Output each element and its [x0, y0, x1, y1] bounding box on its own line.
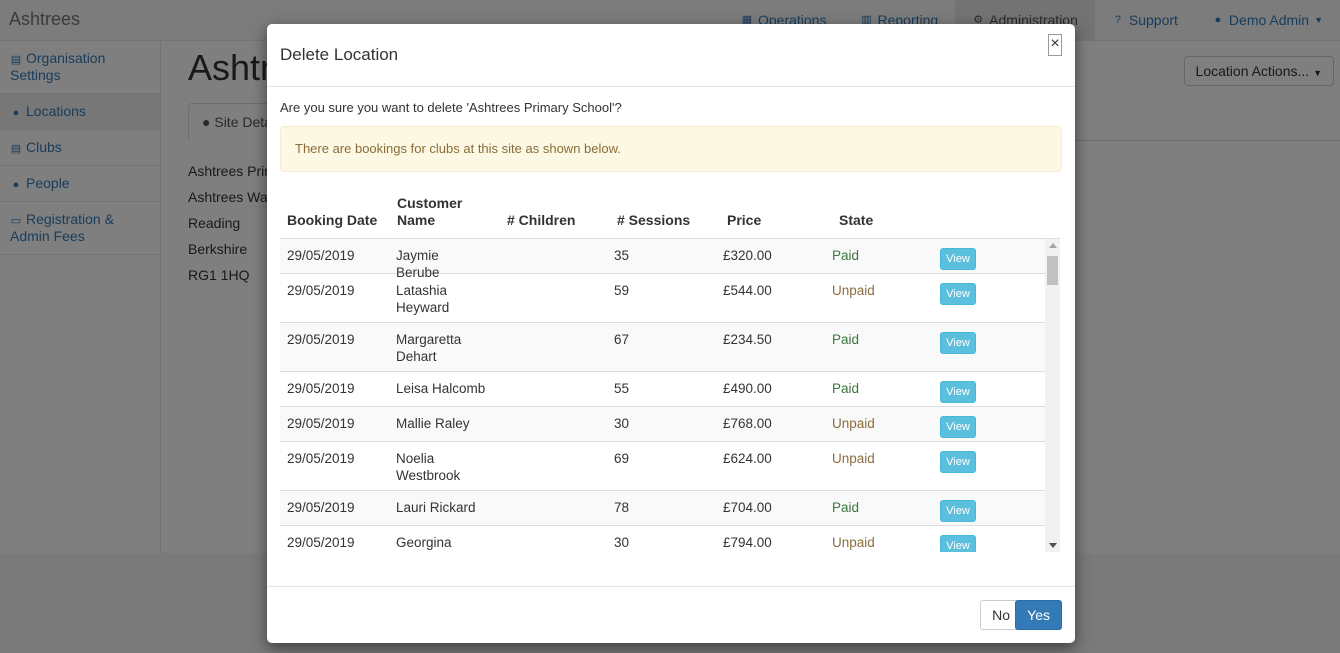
table-row: 29/05/2019 Jaymie Berube 35 £320.00 Paid View: [280, 239, 1045, 280]
sessions-cell: 55: [614, 381, 630, 396]
modal-footer: No Yes: [267, 586, 1075, 644]
state-cell: Paid: [832, 381, 860, 396]
sessions-cell: 59: [614, 283, 630, 298]
bookings-table-body[interactable]: 29/05/2019 Jaymie Berube 35 £320.00 Paid View…: [280, 239, 1045, 552]
header-sessions: # Sessions: [617, 212, 691, 228]
view-booking-button[interactable]: View: [940, 500, 976, 522]
scroll-up-arrow-icon[interactable]: [1049, 243, 1057, 248]
state-cell: Paid: [832, 248, 860, 263]
header-state: State: [839, 212, 874, 228]
state-cell: Unpaid: [832, 451, 875, 466]
table-row: 29/05/2019 Georgina Olivo 30 £794.00 Unpaid V…: [280, 526, 1045, 552]
view-booking-button[interactable]: View: [940, 332, 976, 354]
state-cell: Unpaid: [832, 283, 875, 298]
booking-date-cell: 29/05/2019: [287, 332, 355, 347]
modal-title: Delete Location: [280, 45, 399, 64]
scroll-down-arrow-icon[interactable]: [1049, 543, 1057, 548]
sessions-cell: 30: [614, 535, 630, 550]
bookings-warning-alert: There are bookings for clubs at this sit…: [280, 126, 1062, 172]
table-row: 29/05/2019 Latashia Heyward 59 £544.00 Unpai…: [280, 274, 1045, 323]
confirm-message: Are you sure you want to delete 'Ashtree…: [280, 100, 622, 115]
scroll-thumb[interactable]: [1047, 256, 1058, 285]
delete-location-modal: Delete Location × Are you sure you want …: [267, 24, 1075, 643]
booking-date-cell: 29/05/2019: [287, 535, 355, 550]
table-row: 29/05/2019 Mallie Raley 30 £768.00 Unpaid Vie…: [280, 407, 1045, 442]
sessions-cell: 78: [614, 500, 630, 515]
customer-name-cell: Latashia Heyward: [396, 283, 450, 315]
sessions-cell: 67: [614, 332, 630, 347]
header-booking-date: Booking Date: [287, 212, 378, 228]
customer-name-cell: Leisa Halcomb: [396, 381, 486, 396]
price-cell: £794.00: [723, 535, 772, 550]
state-cell: Unpaid: [832, 535, 875, 550]
state-cell: Unpaid: [832, 416, 875, 431]
customer-name-cell: Noelia Westbrook: [396, 451, 461, 483]
price-cell: £704.00: [723, 500, 772, 515]
customer-name-cell: Lauri Rickard: [396, 500, 476, 515]
state-cell: Paid: [832, 500, 860, 515]
customer-name-cell: Mallie Raley: [396, 416, 470, 431]
table-row: 29/05/2019 Lauri Rickard 78 £704.00 Paid View: [280, 491, 1045, 526]
customer-name-cell: Margaretta Dehart: [396, 332, 462, 364]
view-booking-button[interactable]: View: [940, 248, 976, 270]
price-cell: £624.00: [723, 451, 772, 466]
table-row: 29/05/2019 Noelia Westbrook 69 £624.00 Unpai…: [280, 442, 1045, 491]
modal-header: Delete Location ×: [267, 24, 1075, 87]
booking-date-cell: 29/05/2019: [287, 248, 355, 263]
yes-button[interactable]: Yes: [1015, 600, 1062, 630]
sessions-cell: 30: [614, 416, 630, 431]
close-button[interactable]: ×: [1048, 34, 1062, 56]
price-cell: £768.00: [723, 416, 772, 431]
state-cell: Paid: [832, 332, 860, 347]
view-booking-button[interactable]: View: [940, 283, 976, 305]
header-price: Price: [727, 212, 762, 228]
bookings-table-header: Booking Date Customer Name # Children # …: [280, 194, 1060, 240]
sessions-cell: 69: [614, 451, 630, 466]
price-cell: £490.00: [723, 381, 772, 396]
view-booking-button[interactable]: View: [940, 451, 976, 473]
header-customer-name: Customer Name: [397, 195, 463, 228]
booking-date-cell: 29/05/2019: [287, 381, 355, 396]
table-row: 29/05/2019 Leisa Halcomb 55 £490.00 Paid View: [280, 372, 1045, 407]
booking-date-cell: 29/05/2019: [287, 451, 355, 466]
view-booking-button[interactable]: View: [940, 381, 976, 403]
table-row: 29/05/2019 Margaretta Dehart 67 £234.50 Paid…: [280, 323, 1045, 372]
view-booking-button[interactable]: View: [940, 535, 976, 552]
price-cell: £320.00: [723, 248, 772, 263]
booking-date-cell: 29/05/2019: [287, 283, 355, 298]
booking-date-cell: 29/05/2019: [287, 500, 355, 515]
header-children: # Children: [507, 212, 576, 228]
price-cell: £544.00: [723, 283, 772, 298]
table-scrollbar[interactable]: [1045, 239, 1060, 552]
customer-name-cell: Georgina Olivo: [396, 535, 452, 550]
booking-date-cell: 29/05/2019: [287, 416, 355, 431]
price-cell: £234.50: [723, 332, 772, 347]
sessions-cell: 35: [614, 248, 630, 263]
view-booking-button[interactable]: View: [940, 416, 976, 438]
